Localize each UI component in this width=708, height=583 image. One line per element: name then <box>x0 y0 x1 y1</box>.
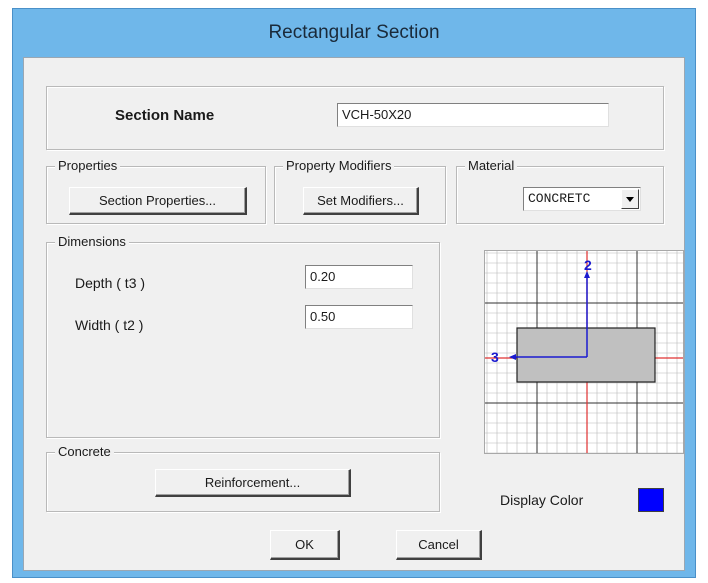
ok-button[interactable]: OK <box>270 530 340 560</box>
material-group-label: Material <box>465 158 518 174</box>
dimensions-group: Dimensions Depth ( t3 ) 0.20 Width ( t2 … <box>46 234 440 438</box>
depth-label: Depth ( t3 ) <box>75 275 146 291</box>
material-select[interactable]: CONCRETC <box>523 187 641 211</box>
section-rectangle <box>516 327 656 383</box>
material-group: Material CONCRETC <box>456 158 664 224</box>
axis-3-arrowhead <box>509 354 516 360</box>
concrete-group: Concrete Reinforcement... <box>46 444 440 512</box>
material-selected-value: CONCRETC <box>528 191 591 206</box>
width-input[interactable]: 0.50 <box>305 305 413 329</box>
section-preview: 2 3 <box>484 250 684 454</box>
properties-group-label: Properties <box>55 158 121 174</box>
axis-2-label: 2 <box>584 257 592 273</box>
concrete-group-label: Concrete <box>55 444 114 460</box>
section-preview-canvas: 2 3 <box>485 251 683 453</box>
set-modifiers-button[interactable]: Set Modifiers... <box>303 187 419 215</box>
window-title: Rectangular Section <box>268 22 440 43</box>
property-modifiers-group-label: Property Modifiers <box>283 158 395 174</box>
cancel-button[interactable]: Cancel <box>396 530 482 560</box>
section-properties-button[interactable]: Section Properties... <box>69 187 247 215</box>
width-label: Width ( t2 ) <box>75 317 144 333</box>
section-name-input[interactable]: VCH-50X20 <box>337 103 609 127</box>
property-modifiers-group: Property Modifiers Set Modifiers... <box>274 158 446 224</box>
rectangular-section-dialog: Rectangular Section Section Name VCH-50X… <box>12 8 696 578</box>
dialog-client-area: Section Name VCH-50X20 Properties Sectio… <box>23 57 685 571</box>
section-name-panel: Section Name VCH-50X20 <box>46 86 664 150</box>
material-dropdown-button[interactable] <box>621 189 639 209</box>
display-color-label: Display Color <box>500 492 584 508</box>
chevron-down-icon <box>626 196 634 202</box>
display-color-swatch[interactable] <box>638 488 664 512</box>
reinforcement-button[interactable]: Reinforcement... <box>155 469 351 497</box>
axis-3-label: 3 <box>491 349 499 365</box>
section-name-label: Section Name <box>115 107 215 124</box>
properties-group: Properties Section Properties... <box>46 158 266 224</box>
dimensions-group-label: Dimensions <box>55 234 129 250</box>
depth-input[interactable]: 0.20 <box>305 265 413 289</box>
